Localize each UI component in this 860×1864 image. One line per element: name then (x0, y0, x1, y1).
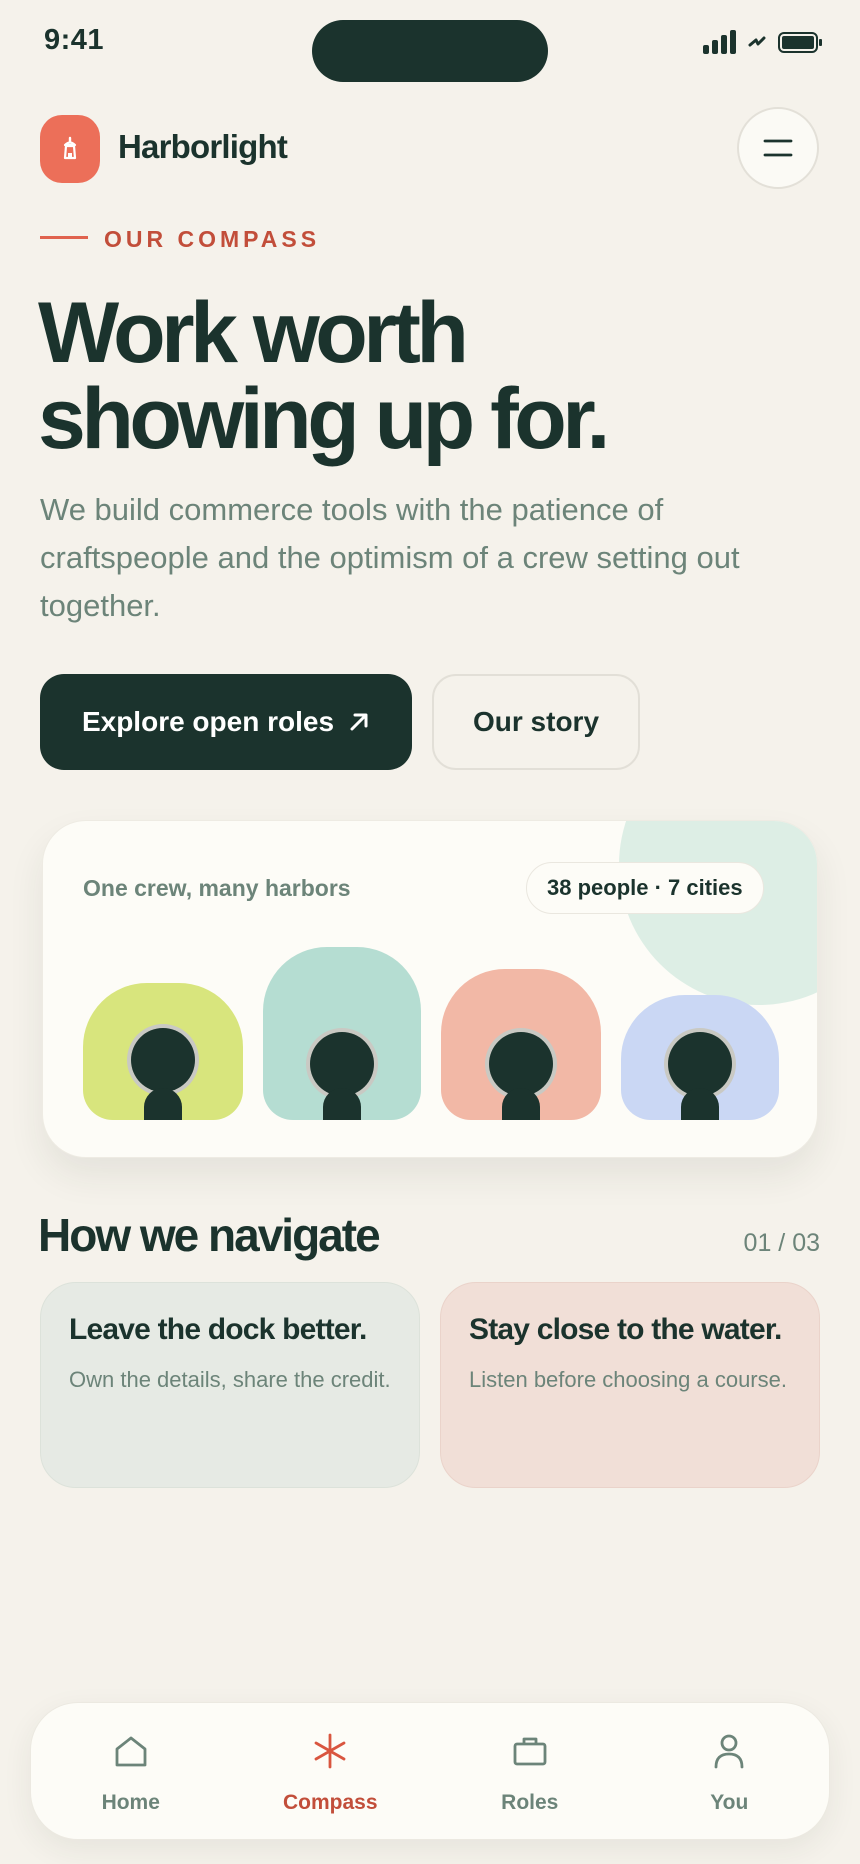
explore-roles-button[interactable]: Explore open roles (40, 674, 412, 770)
nav-label: You (710, 1791, 749, 1814)
value-card-title: Leave the dock better. (69, 1313, 367, 1346)
hero-title-line-1: Work worth (38, 285, 469, 381)
person-icon (709, 1731, 749, 1771)
value-card[interactable]: Stay close to the water. Listen before c… (440, 1282, 820, 1488)
avatar (441, 969, 601, 1120)
signal-icon (703, 30, 736, 54)
status-time: 9:41 (44, 24, 105, 56)
status-bar: 9:41 (0, 0, 860, 90)
lighthouse-icon[interactable] (40, 115, 100, 183)
avatar (83, 983, 243, 1120)
eyebrow-line (40, 236, 88, 239)
battery-icon (778, 31, 822, 53)
asterisk-icon (310, 1731, 350, 1771)
bottom-nav: Home Compass Roles You (30, 1702, 830, 1840)
nav-label: Roles (501, 1791, 559, 1814)
crew-label: One crew, many harbors (83, 875, 351, 901)
carousel-counter: 01 / 03 (743, 1229, 820, 1257)
briefcase-icon (510, 1731, 550, 1771)
nav-label: Home (101, 1791, 160, 1814)
status-icons (703, 28, 822, 56)
dynamic-island (312, 20, 548, 82)
avatar (263, 947, 421, 1120)
crew-stat-badge: 38 people · 7 cities (526, 862, 764, 914)
brand-name[interactable]: Harborlight (118, 128, 288, 166)
nav-label: Compass (282, 1791, 378, 1814)
value-card-title: Stay close to the water. (469, 1313, 782, 1346)
arrow-up-right-icon (350, 713, 368, 731)
hero-title: Work worth showing up for. (38, 290, 818, 462)
crew-card: One crew, many harbors 38 people · 7 cit… (42, 820, 818, 1158)
nav-item-home[interactable]: Home (31, 1703, 231, 1839)
menu-button[interactable] (737, 107, 819, 189)
hero-title-line-2: showing up for. (38, 371, 610, 467)
section-title: How we navigate (38, 1209, 381, 1261)
explore-roles-label: Explore open roles (81, 706, 335, 737)
avatar (621, 995, 779, 1120)
our-story-label: Our story (472, 706, 600, 737)
hamburger-icon (763, 139, 793, 157)
nav-item-roles[interactable]: Roles (430, 1703, 630, 1839)
home-icon (111, 1731, 151, 1771)
wifi-icon (748, 36, 766, 47)
value-card-text: Listen before choosing a course. (469, 1367, 787, 1392)
value-card[interactable]: Leave the dock better. Own the details, … (40, 1282, 420, 1488)
nav-item-compass[interactable]: Compass (231, 1703, 431, 1839)
value-card-text: Own the details, share the credit. (69, 1367, 391, 1392)
hero-subtitle: We build commerce tools with the patienc… (40, 492, 740, 623)
nav-item-you[interactable]: You (630, 1703, 830, 1839)
eyebrow-label: OUR COMPASS (104, 226, 321, 252)
our-story-button[interactable]: Our story (432, 674, 640, 770)
